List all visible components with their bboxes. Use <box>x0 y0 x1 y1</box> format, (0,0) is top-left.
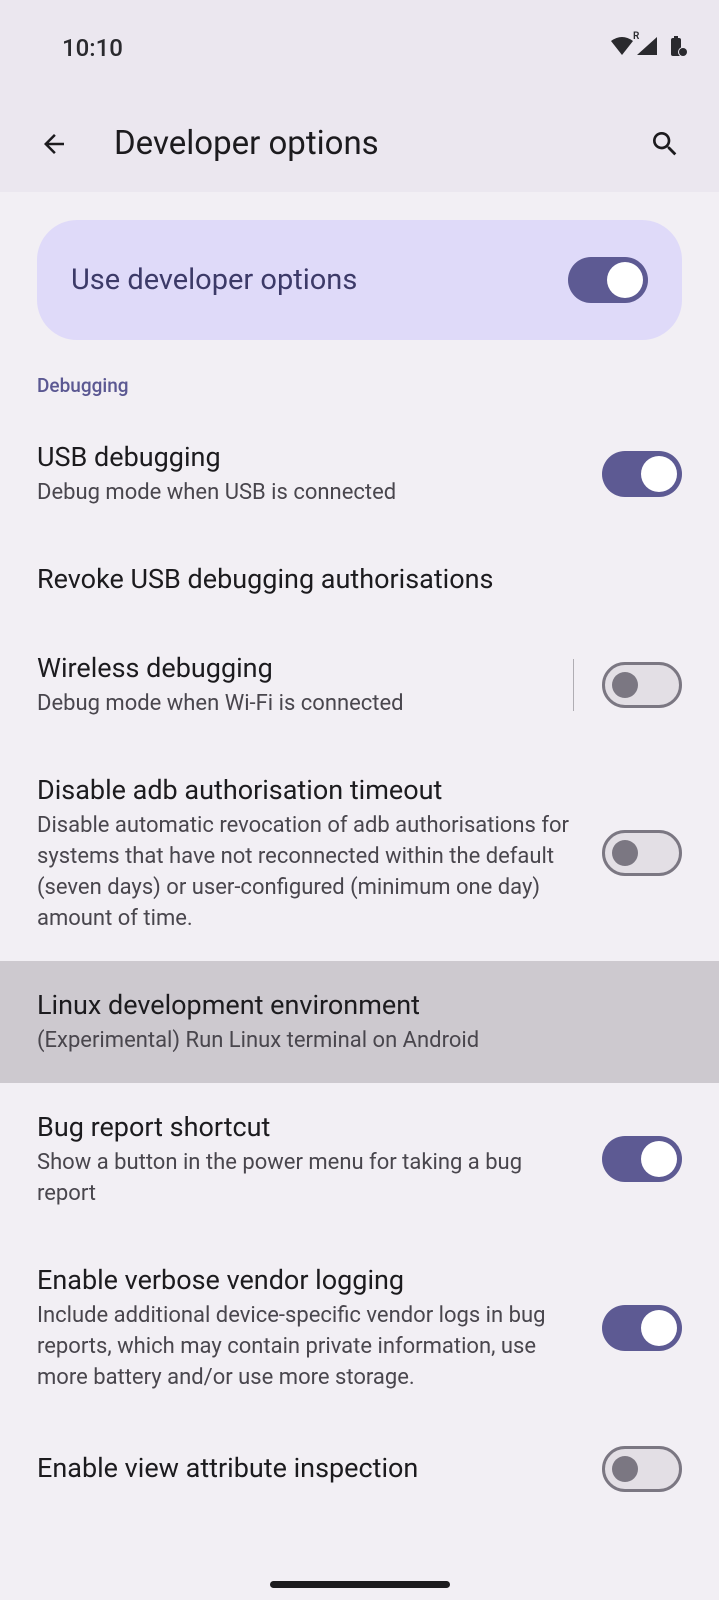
setting-text: Wireless debuggingDebug mode when Wi-Fi … <box>37 650 573 720</box>
setting-subtitle: Show a button in the power menu for taki… <box>37 1148 582 1210</box>
status-time: 10:10 <box>62 34 123 62</box>
setting-title: Linux development environment <box>37 987 662 1023</box>
setting-toggle-5[interactable] <box>602 1136 682 1182</box>
setting-row-3[interactable]: Disable adb authorisation timeoutDisable… <box>0 746 719 961</box>
setting-title: Bug report shortcut <box>37 1109 582 1145</box>
content-area: Use developer options Debugging USB debu… <box>0 192 719 1600</box>
setting-title: Disable adb authorisation timeout <box>37 772 582 808</box>
master-toggle-label: Use developer options <box>71 263 357 297</box>
setting-subtitle: Include additional device-specific vendo… <box>37 1301 582 1393</box>
setting-toggle-3[interactable] <box>602 830 682 876</box>
setting-toggle-2[interactable] <box>602 662 682 708</box>
setting-row-0[interactable]: USB debuggingDebug mode when USB is conn… <box>0 413 719 535</box>
battery-icon <box>667 35 689 61</box>
setting-row-7[interactable]: Enable view attribute inspection <box>0 1420 719 1518</box>
setting-title: Enable verbose vendor logging <box>37 1262 582 1298</box>
setting-text: Disable adb authorisation timeoutDisable… <box>37 772 602 935</box>
setting-text: USB debuggingDebug mode when USB is conn… <box>37 439 602 509</box>
wifi-icon <box>611 37 633 59</box>
search-icon <box>649 128 681 160</box>
status-bar: 10:10 R <box>0 0 719 95</box>
setting-subtitle: Debug mode when Wi-Fi is connected <box>37 689 553 720</box>
master-toggle-switch[interactable] <box>568 257 648 303</box>
setting-title: Enable view attribute inspection <box>37 1450 582 1486</box>
section-label-debugging: Debugging <box>0 364 719 413</box>
setting-subtitle: (Experimental) Run Linux terminal on And… <box>37 1026 662 1057</box>
status-icons: R <box>611 35 689 61</box>
back-button[interactable] <box>30 120 78 168</box>
search-button[interactable] <box>641 120 689 168</box>
setting-toggle-0[interactable] <box>602 451 682 497</box>
setting-row-1[interactable]: Revoke USB debugging authorisations <box>0 535 719 623</box>
signal-icon: R <box>637 37 657 59</box>
setting-toggle-6[interactable] <box>602 1305 682 1351</box>
setting-title: Wireless debugging <box>37 650 553 686</box>
setting-title: USB debugging <box>37 439 582 475</box>
setting-row-5[interactable]: Bug report shortcutShow a button in the … <box>0 1083 719 1236</box>
setting-text: Enable verbose vendor loggingInclude add… <box>37 1262 602 1394</box>
page-title: Developer options <box>114 124 641 163</box>
setting-toggle-7[interactable] <box>602 1446 682 1492</box>
setting-text: Bug report shortcutShow a button in the … <box>37 1109 602 1210</box>
setting-text: Linux development environment(Experiment… <box>37 987 682 1057</box>
setting-subtitle: Disable automatic revocation of adb auth… <box>37 811 582 934</box>
setting-divider <box>573 659 574 711</box>
arrow-back-icon <box>39 129 69 159</box>
master-toggle-row[interactable]: Use developer options <box>37 220 682 340</box>
setting-row-4[interactable]: Linux development environment(Experiment… <box>0 961 719 1083</box>
app-bar: Developer options <box>0 95 719 192</box>
setting-title: Revoke USB debugging authorisations <box>37 561 662 597</box>
setting-text: Enable view attribute inspection <box>37 1450 602 1486</box>
setting-row-2[interactable]: Wireless debuggingDebug mode when Wi-Fi … <box>0 624 719 746</box>
setting-subtitle: Debug mode when USB is connected <box>37 478 582 509</box>
navigation-handle[interactable] <box>270 1581 450 1588</box>
setting-row-6[interactable]: Enable verbose vendor loggingInclude add… <box>0 1236 719 1420</box>
setting-text: Revoke USB debugging authorisations <box>37 561 682 597</box>
